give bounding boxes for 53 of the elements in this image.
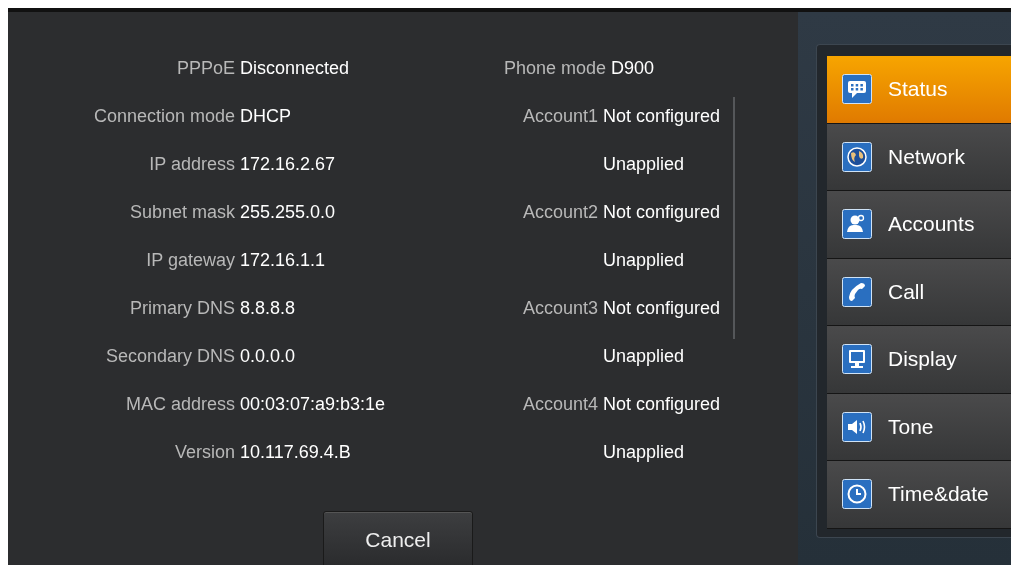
menu-label: Tone — [888, 414, 934, 439]
field-value: Not configured — [603, 297, 721, 319]
field-label: Primary DNS — [129, 297, 235, 319]
field-label: Connection mode — [92, 105, 235, 127]
field-value: Unapplied — [603, 345, 685, 367]
field-value: 0.0.0.0 — [240, 345, 296, 367]
field-value: Not configured — [603, 393, 721, 415]
field-value: DHCP — [240, 105, 291, 127]
menu-label: Call — [888, 279, 925, 304]
menu-item[interactable]: Display — [827, 326, 1011, 394]
menu-label: Network — [888, 144, 966, 169]
field-label: Phone mode — [504, 57, 607, 79]
field-label: Secondary DNS — [104, 345, 235, 367]
menu-item[interactable]: Tone — [827, 393, 1011, 461]
clock-icon — [842, 479, 872, 510]
field-value: D900 — [611, 57, 655, 79]
globe-icon — [842, 141, 872, 172]
field-label: IP address — [148, 153, 235, 175]
field-value: 172.16.2.67 — [240, 153, 336, 175]
field-label: Account1 — [521, 105, 598, 127]
person-icon — [842, 209, 872, 240]
field-label: Subnet mask — [128, 201, 235, 223]
field-value: Not configured — [603, 201, 721, 223]
menu-item[interactable]: Call — [827, 258, 1011, 326]
menu-item[interactable]: Time&date — [827, 461, 1011, 529]
field-label: Account3 — [521, 297, 598, 319]
field-label: Version — [173, 441, 235, 463]
field-value: Unapplied — [603, 153, 685, 175]
chat-bubble-icon — [842, 74, 872, 105]
monitor-icon — [842, 344, 872, 375]
field-label: IP gateway — [145, 249, 235, 271]
field-value: 255.255.0.0 — [240, 201, 336, 223]
menu-label: Display — [888, 347, 957, 372]
field-value: Unapplied — [603, 441, 685, 463]
field-label: Account2 — [521, 201, 598, 223]
field-label: Account4 — [521, 393, 598, 415]
field-value: Unapplied — [603, 249, 685, 271]
field-label: PPPoE — [175, 57, 235, 79]
cancel-button[interactable]: Cancel — [323, 511, 473, 565]
phone-handset-icon — [842, 276, 872, 307]
menu-label: Status — [888, 77, 948, 102]
field-value: Not configured — [603, 105, 721, 127]
field-value: 00:03:07:a9:b3:1e — [240, 393, 386, 415]
menu-label: Accounts — [888, 212, 975, 237]
field-value: Disconnected — [240, 57, 350, 79]
field-label: MAC address — [124, 393, 235, 415]
field-value: 172.16.1.1 — [240, 249, 326, 271]
field-value: 8.8.8.8 — [240, 297, 296, 319]
speaker-icon — [842, 411, 872, 442]
menu-item[interactable]: Accounts — [827, 191, 1011, 259]
field-value: 10.117.69.4.B — [240, 441, 351, 463]
menu-label: Time&date — [888, 482, 989, 507]
menu-item[interactable]: Network — [827, 123, 1011, 191]
